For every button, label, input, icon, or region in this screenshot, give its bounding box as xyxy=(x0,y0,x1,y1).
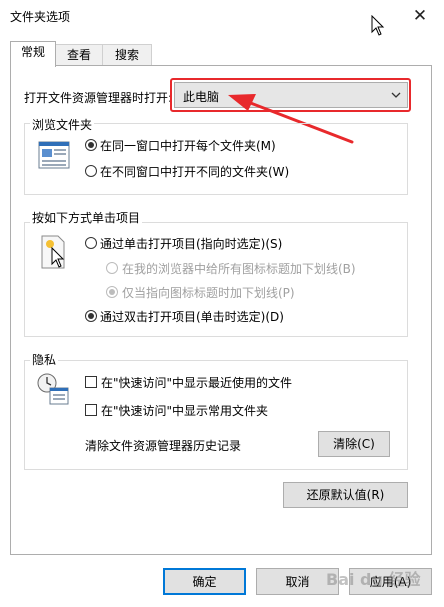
group-click-title: 按如下方式单击项目 xyxy=(30,209,143,226)
mouse-cursor-icon xyxy=(371,15,385,36)
restore-defaults-button[interactable]: 还原默认值(R) xyxy=(283,482,408,508)
ok-button[interactable]: 确定 xyxy=(163,568,246,595)
radio-underline-point-label: 仅当指向图标标题时加下划线(P) xyxy=(122,286,295,300)
watermark: Bai du 经验 xyxy=(326,570,421,589)
browse-folders-icon xyxy=(38,141,70,169)
group-privacy-title: 隐私 xyxy=(30,351,59,368)
group-browse-folders xyxy=(24,123,408,195)
close-icon[interactable]: ✕ xyxy=(406,4,434,28)
radio-single-click[interactable] xyxy=(85,237,97,249)
radio-double-click-label: 通过双击打开项目(单击时选定)(D) xyxy=(100,310,284,324)
tab-general[interactable]: 常规 xyxy=(10,41,56,67)
radio-double-click[interactable] xyxy=(85,310,97,322)
highlight-box xyxy=(170,78,411,112)
click-items-icon xyxy=(41,235,65,269)
clear-history-button[interactable]: 清除(C) xyxy=(318,431,390,457)
privacy-icon xyxy=(37,373,69,405)
radio-underline-browser-label: 在我的浏览器中给所有图标标题加下划线(B) xyxy=(122,262,356,276)
tab-view[interactable]: 查看 xyxy=(54,44,104,66)
checkbox-recent-files[interactable] xyxy=(85,376,97,388)
radio-single-click-label: 通过单击打开项目(指向时选定)(S) xyxy=(100,237,283,251)
checkbox-frequent-folders[interactable] xyxy=(85,404,97,416)
radio-new-window-label: 在不同窗口中打开不同的文件夹(W) xyxy=(100,165,290,179)
checkbox-recent-files-label: 在"快速访问"中显示最近使用的文件 xyxy=(101,376,293,390)
open-explorer-label: 打开文件资源管理器时打开: xyxy=(24,91,173,105)
radio-same-window-label: 在同一窗口中打开每个文件夹(M) xyxy=(100,139,276,153)
clear-history-label: 清除文件资源管理器历史记录 xyxy=(85,439,242,453)
window-title: 文件夹选项 xyxy=(10,10,71,24)
radio-underline-point[interactable] xyxy=(106,286,118,298)
radio-underline-browser[interactable] xyxy=(106,262,118,274)
radio-same-window[interactable] xyxy=(85,139,97,151)
radio-new-window[interactable] xyxy=(85,165,97,177)
tab-search[interactable]: 搜索 xyxy=(102,44,152,66)
checkbox-frequent-folders-label: 在"快速访问"中显示常用文件夹 xyxy=(101,404,269,418)
group-browse-title: 浏览文件夹 xyxy=(30,116,95,133)
